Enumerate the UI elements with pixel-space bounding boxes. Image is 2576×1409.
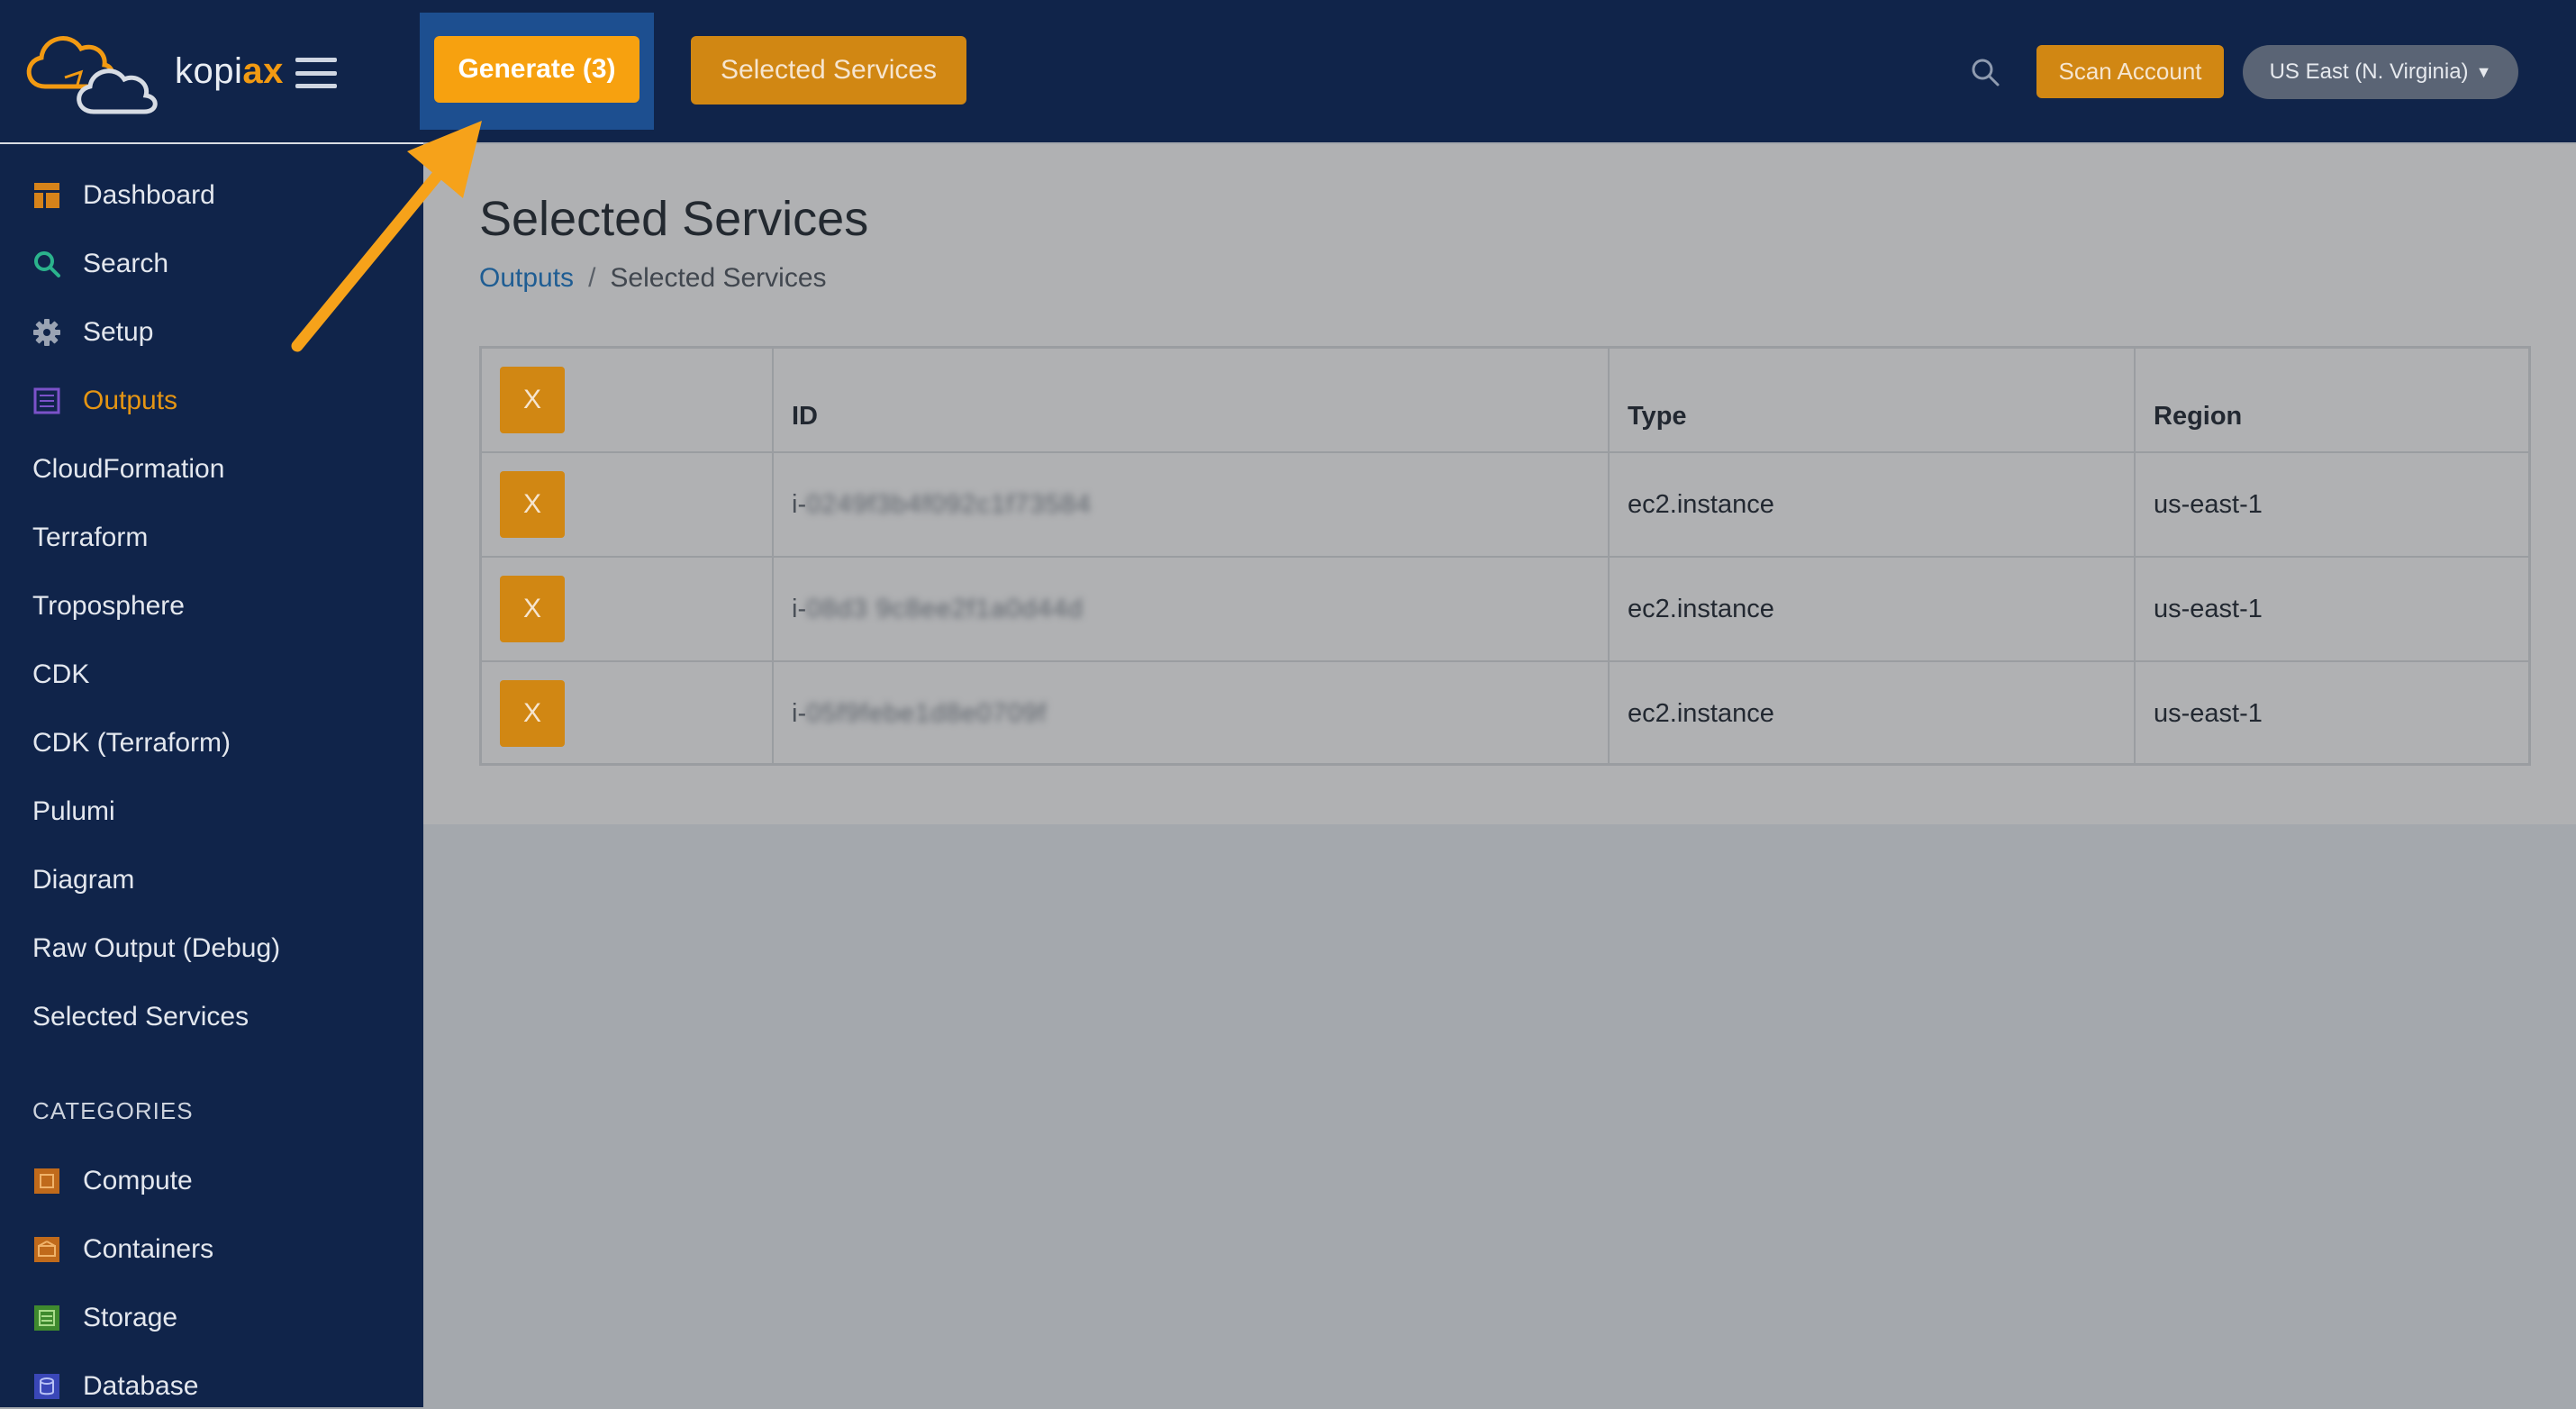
sidebar-item-outputs[interactable]: Outputs bbox=[32, 378, 177, 423]
sidebar-item-storage[interactable]: Storage bbox=[32, 1295, 177, 1341]
sidebar-item-label: Database bbox=[83, 1371, 199, 1401]
column-header-region: Region bbox=[2154, 401, 2243, 431]
database-icon bbox=[32, 1372, 61, 1401]
sidebar-item-label: Diagram bbox=[32, 865, 135, 895]
table-row: X i- 0249f3b4f092c1f73584 ec2.instance us… bbox=[482, 453, 2528, 558]
sidebar-item-pulumi[interactable]: Pulumi bbox=[32, 789, 115, 834]
sidebar-item-label: CDK (Terraform) bbox=[32, 728, 231, 758]
instance-id-cell: i- 0249f3b4f092c1f73584 bbox=[792, 489, 1092, 519]
sidebar-item-label: Dashboard bbox=[83, 180, 215, 210]
sidebar-item-compute[interactable]: Compute bbox=[32, 1159, 193, 1204]
scan-account-button[interactable]: Scan Account bbox=[2036, 45, 2224, 98]
column-header-id: ID bbox=[792, 401, 818, 431]
logo-wordmark: kopiax bbox=[175, 50, 284, 91]
sidebar-item-database[interactable]: Database bbox=[32, 1364, 198, 1409]
sidebar-item-label: CloudFormation bbox=[32, 454, 225, 484]
sidebar-item-label: Raw Output (Debug) bbox=[32, 933, 281, 963]
sidebar-item-cdk[interactable]: CDK bbox=[32, 652, 89, 697]
sidebar-item-label: Troposphere bbox=[32, 591, 185, 621]
cloud-logo-icon bbox=[26, 36, 158, 114]
blurred-id: 08d3 9c8ee2f1a0d44d bbox=[806, 594, 1084, 623]
generate-button[interactable]: Generate (3) bbox=[434, 36, 639, 103]
sidebar-item-raw-output[interactable]: Raw Output (Debug) bbox=[32, 926, 280, 971]
sidebar-item-label: Outputs bbox=[83, 386, 178, 415]
sidebar-item-label: Setup bbox=[83, 317, 154, 347]
sidebar-item-label: Compute bbox=[83, 1166, 193, 1195]
instance-id-cell: i- 08d3 9c8ee2f1a0d44d bbox=[792, 594, 1084, 623]
sidebar-item-setup[interactable]: Setup bbox=[32, 310, 153, 355]
remove-row-button[interactable]: X bbox=[500, 471, 565, 538]
sidebar-item-label: Selected Services bbox=[32, 1002, 249, 1032]
sidebar-item-label: Containers bbox=[83, 1234, 214, 1264]
search-icon bbox=[32, 250, 61, 278]
remove-row-button[interactable]: X bbox=[500, 680, 565, 747]
table-row: X i- 05f9febe1d8e0709f ec2.instance us-ea… bbox=[482, 662, 2528, 763]
region-label: US East (N. Virginia) bbox=[2269, 59, 2469, 84]
type-cell: ec2.instance bbox=[1628, 698, 1774, 728]
selected-services-button[interactable]: Selected Services bbox=[691, 36, 966, 105]
sidebar-item-cloudformation[interactable]: CloudFormation bbox=[32, 447, 224, 492]
categories-heading: CATEGORIES bbox=[32, 1097, 194, 1124]
blurred-id: 0249f3b4f092c1f73584 bbox=[806, 489, 1092, 519]
compute-icon bbox=[32, 1167, 61, 1195]
hamburger-menu-icon[interactable] bbox=[295, 58, 337, 88]
sidebar-item-troposphere[interactable]: Troposphere bbox=[32, 584, 185, 629]
outputs-list-icon bbox=[32, 386, 61, 415]
sidebar-item-label: Terraform bbox=[32, 523, 149, 552]
sidebar-item-cdk-terraform[interactable]: CDK (Terraform) bbox=[32, 721, 231, 766]
instance-id-cell: i- 05f9febe1d8e0709f bbox=[792, 698, 1048, 728]
sidebar-item-terraform[interactable]: Terraform bbox=[32, 515, 148, 560]
type-cell: ec2.instance bbox=[1628, 489, 1774, 519]
dashboard-icon bbox=[32, 181, 61, 210]
remove-all-button[interactable]: X bbox=[500, 367, 565, 433]
sidebar-item-label: Pulumi bbox=[32, 796, 115, 826]
region-cell: us-east-1 bbox=[2154, 698, 2263, 728]
column-header-type: Type bbox=[1628, 401, 1687, 431]
sidebar-item-search[interactable]: Search bbox=[32, 241, 168, 286]
selected-services-table: X ID Type Region X i- 0249f3b4f092c1f7358… bbox=[479, 346, 2531, 766]
table-row: X i- 08d3 9c8ee2f1a0d44d ec2.instance us-… bbox=[482, 558, 2528, 662]
remove-row-button[interactable]: X bbox=[500, 576, 565, 642]
search-icon[interactable] bbox=[1969, 56, 2001, 88]
storage-icon bbox=[32, 1304, 61, 1332]
breadcrumb-outputs-link[interactable]: Outputs bbox=[479, 263, 574, 294]
gear-icon bbox=[32, 318, 61, 347]
region-dropdown[interactable]: US East (N. Virginia) ▼ bbox=[2243, 45, 2518, 99]
top-navbar: kopiax Generate (3) Selected Services Sc… bbox=[0, 0, 2576, 142]
sidebar-item-diagram[interactable]: Diagram bbox=[32, 858, 134, 903]
type-cell: ec2.instance bbox=[1628, 594, 1774, 623]
sidebar-item-label: Search bbox=[83, 249, 169, 278]
breadcrumb: Outputs / Selected Services bbox=[479, 263, 827, 294]
region-cell: us-east-1 bbox=[2154, 489, 2263, 519]
sidebar-item-containers[interactable]: Containers bbox=[32, 1227, 213, 1272]
sidebar-item-dashboard[interactable]: Dashboard bbox=[32, 173, 215, 218]
sidebar-item-label: Storage bbox=[83, 1303, 178, 1332]
breadcrumb-current: Selected Services bbox=[610, 263, 827, 293]
sidebar-item-selected-services[interactable]: Selected Services bbox=[32, 995, 249, 1040]
table-header-row: X ID Type Region bbox=[482, 349, 2528, 453]
sidebar-item-label: CDK bbox=[32, 659, 90, 689]
chevron-down-icon: ▼ bbox=[2475, 62, 2492, 81]
region-cell: us-east-1 bbox=[2154, 594, 2263, 623]
containers-icon bbox=[32, 1235, 61, 1264]
page-title: Selected Services bbox=[479, 192, 869, 246]
blurred-id: 05f9febe1d8e0709f bbox=[806, 698, 1048, 728]
breadcrumb-separator: / bbox=[588, 263, 596, 293]
